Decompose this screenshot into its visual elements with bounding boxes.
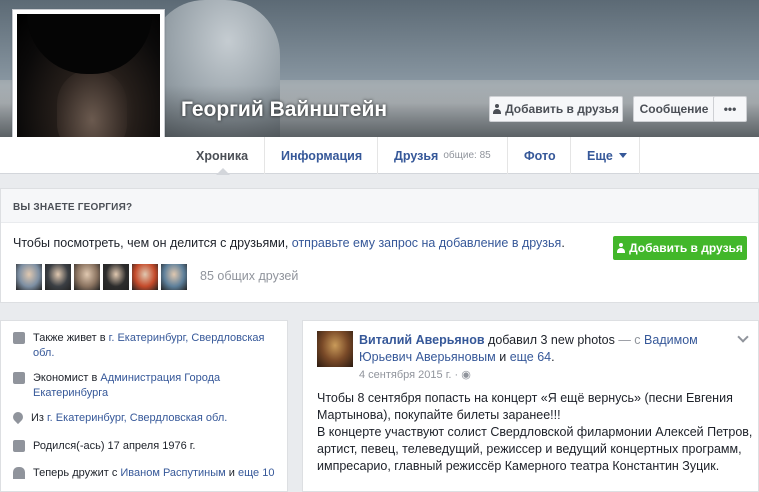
post-dash: — с bbox=[614, 333, 645, 347]
friends-icon bbox=[13, 467, 25, 479]
know-header: ВЫ ЗНАЕТЕ ГЕОРГИЯ? bbox=[1, 189, 758, 223]
post-body-paragraph-2: В концерте участвуют солист Свердловской… bbox=[317, 425, 753, 473]
intro-friends-text: Теперь дружит с Иваном Распутиным и еще … bbox=[33, 466, 274, 481]
location-pin-icon bbox=[10, 409, 26, 425]
add-friend-label: Добавить в друзья bbox=[505, 102, 619, 116]
post-dot: . bbox=[551, 350, 555, 364]
intro-lives-in-text: Также живет в г. Екатеринбург, Свердловс… bbox=[33, 331, 275, 361]
know-text-suffix: . bbox=[561, 236, 565, 250]
mutual-friends-count[interactable]: 85 общих друзей bbox=[200, 269, 298, 283]
intro-friend-link[interactable]: Иваном Распутиным bbox=[120, 467, 225, 479]
mutual-friend-avatar[interactable] bbox=[131, 263, 159, 291]
intro-friends-more-link[interactable]: еще 10 bbox=[238, 467, 274, 479]
post-date-text: 4 сентября 2015 г. · bbox=[359, 369, 462, 381]
avatar-image bbox=[17, 14, 160, 155]
chevron-down-icon[interactable] bbox=[737, 331, 749, 343]
intro-from-text: Из г. Екатеринбург, Свердловская обл. bbox=[31, 411, 227, 426]
intro-work-text: Экономист в Администрация Города Екатери… bbox=[33, 371, 275, 401]
post-author-avatar[interactable] bbox=[317, 331, 353, 367]
profile-name[interactable]: Георгий Вайнштейн bbox=[181, 98, 387, 122]
intro-friends-prefix: Теперь дружит с bbox=[33, 467, 121, 479]
post-others-link[interactable]: еще 64 bbox=[510, 350, 551, 364]
avatar-hood bbox=[27, 14, 152, 74]
more-options-button[interactable]: ••• bbox=[713, 96, 747, 122]
know-text-prefix: Чтобы посмотреть, чем он делится с друзь… bbox=[13, 236, 292, 250]
intro-lives-in-prefix: Также живет в bbox=[33, 332, 109, 344]
post-body: Чтобы 8 сентября попасть на концерт «Я е… bbox=[317, 390, 757, 475]
tab-more[interactable]: Еще bbox=[570, 137, 640, 174]
caret-down-icon bbox=[618, 153, 627, 158]
intro-from-link[interactable]: г. Екатеринбург, Свердловская обл. bbox=[47, 412, 227, 424]
send-request-link[interactable]: отправьте ему запрос на добавление в дру… bbox=[292, 236, 562, 250]
intro-lives-in: Также живет в г. Екатеринбург, Свердловс… bbox=[13, 331, 275, 361]
post-action: добавил 3 new photos bbox=[484, 333, 615, 347]
feed-post: Виталий Аверьянов добавил 3 new photos —… bbox=[302, 320, 759, 492]
intro-friends-middle: и bbox=[225, 467, 238, 479]
know-text: Чтобы посмотреть, чем он делится с друзь… bbox=[13, 236, 565, 250]
intro-from: Из г. Екатеринбург, Свердловская обл. bbox=[10, 409, 275, 426]
tab-more-label: Еще bbox=[587, 148, 613, 163]
post-date[interactable]: 4 сентября 2015 г. · ◉ bbox=[359, 368, 471, 381]
intro-work-prefix: Экономист в bbox=[33, 372, 101, 384]
mutual-friend-avatar[interactable] bbox=[102, 263, 130, 291]
intro-work: Экономист в Администрация Города Екатери… bbox=[13, 371, 275, 401]
add-friend-green-label: Добавить в друзья bbox=[629, 241, 743, 255]
briefcase-icon bbox=[13, 372, 25, 384]
mutual-friend-avatar[interactable] bbox=[44, 263, 72, 291]
post-author[interactable]: Виталий Аверьянов bbox=[359, 333, 485, 347]
add-friend-green-button[interactable]: Добавить в друзья bbox=[613, 236, 747, 260]
mutual-friend-avatar[interactable] bbox=[15, 263, 43, 291]
intro-friends-with: Теперь дружит с Иваном Распутиным и еще … bbox=[13, 466, 283, 481]
tab-photos[interactable]: Фото bbox=[507, 137, 570, 174]
tab-friends[interactable]: Друзья общие: 85 bbox=[377, 137, 507, 174]
profile-nav: Хроника Информация Друзья общие: 85 Фото… bbox=[0, 137, 759, 175]
post-body-paragraph-1: Чтобы 8 сентября попасть на концерт «Я е… bbox=[317, 391, 733, 422]
intro-birthday: Родился(-ась) 17 апреля 1976 г. bbox=[13, 439, 275, 454]
add-person-icon bbox=[617, 243, 626, 253]
mutual-friend-avatar[interactable] bbox=[73, 263, 101, 291]
tab-friends-label: Друзья bbox=[394, 148, 439, 163]
message-button[interactable]: Сообщение bbox=[633, 96, 715, 122]
intro-panel: Также живет в г. Екатеринбург, Свердловс… bbox=[0, 320, 288, 492]
tab-timeline[interactable]: Хроника bbox=[180, 137, 264, 175]
mutual-friends-avatars bbox=[15, 263, 188, 291]
home-icon bbox=[13, 332, 25, 344]
tab-friends-count: общие: 85 bbox=[443, 150, 491, 161]
intro-birthday-text: Родился(-ась) 17 апреля 1976 г. bbox=[33, 440, 196, 452]
mutual-friend-avatar[interactable] bbox=[160, 263, 188, 291]
add-friend-button[interactable]: Добавить в друзья bbox=[489, 96, 623, 122]
post-header: Виталий Аверьянов добавил 3 new photos —… bbox=[359, 332, 719, 366]
tab-info[interactable]: Информация bbox=[264, 137, 377, 174]
globe-icon: ◉ bbox=[461, 369, 471, 381]
post-and: и bbox=[495, 350, 510, 364]
add-person-icon bbox=[493, 104, 502, 114]
calendar-icon bbox=[13, 440, 25, 452]
intro-from-prefix: Из bbox=[31, 412, 48, 424]
know-panel: ВЫ ЗНАЕТЕ ГЕОРГИЯ? Чтобы посмотреть, чем… bbox=[0, 188, 759, 303]
